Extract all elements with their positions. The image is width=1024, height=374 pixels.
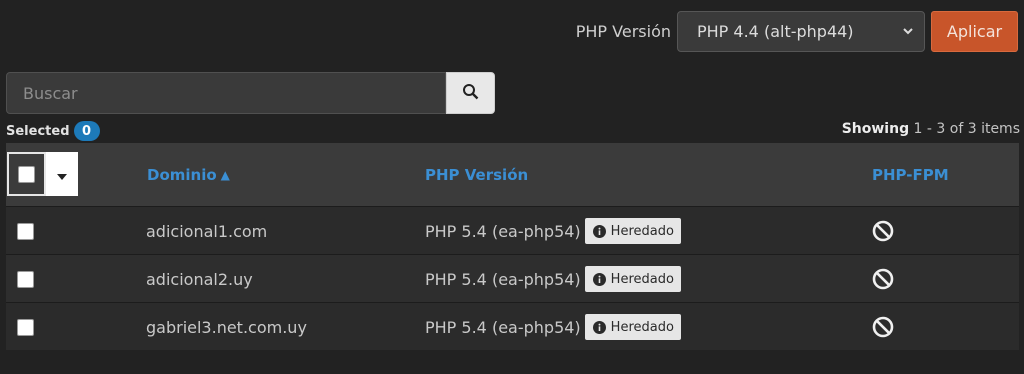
column-php-version[interactable]: PHP Versión	[425, 143, 528, 206]
selected-count: Selected 0	[6, 121, 100, 141]
row-checkbox[interactable]	[17, 271, 34, 288]
info-icon	[592, 272, 606, 286]
php-version-selected: PHP 4.4 (alt-php44)	[697, 22, 854, 41]
column-domain-label: Dominio	[147, 165, 217, 184]
column-php-fpm-label: PHP-FPM	[872, 165, 949, 184]
row-domain: adicional1.com	[146, 221, 268, 241]
row-checkbox[interactable]	[17, 223, 34, 240]
bulk-select-dropdown[interactable]	[46, 152, 78, 196]
inherited-badge-label: Heredado	[610, 223, 674, 239]
apply-button[interactable]: Aplicar	[931, 11, 1018, 52]
row-php-version-text: PHP 5.4 (ea-php54)	[425, 221, 581, 241]
column-php-fpm[interactable]: PHP-FPM	[872, 143, 949, 206]
row-php-version: PHP 5.4 (ea-php54) Heredado	[425, 303, 681, 351]
inherited-badge: Heredado	[584, 314, 681, 340]
ban-icon	[872, 207, 894, 255]
row-checkbox[interactable]	[17, 319, 34, 336]
table-body: adicional1.com PHP 5.4 (ea-php54) Hereda…	[6, 206, 1019, 350]
search-button[interactable]	[446, 72, 495, 114]
row-php-version-text: PHP 5.4 (ea-php54)	[425, 269, 581, 289]
table-header: Dominio ▲ PHP Versión PHP-FPM	[6, 143, 1019, 206]
table-row: gabriel3.net.com.uy PHP 5.4 (ea-php54) H…	[6, 302, 1019, 350]
search-icon	[462, 83, 479, 104]
php-version-select[interactable]: PHP 4.4 (alt-php44)	[677, 11, 925, 52]
showing-label: Showing	[841, 121, 910, 137]
table-row: adicional2.uy PHP 5.4 (ea-php54) Heredad…	[6, 254, 1019, 302]
column-domain[interactable]: Dominio ▲	[147, 143, 230, 206]
ban-icon	[872, 255, 894, 303]
selected-count-badge: 0	[73, 121, 100, 141]
inherited-badge: Heredado	[584, 266, 681, 292]
php-version-bar: PHP Versión PHP 4.4 (alt-php44) Aplicar	[576, 11, 1018, 52]
select-all-checkbox[interactable]	[7, 152, 47, 196]
row-php-version-text: PHP 5.4 (ea-php54)	[425, 317, 581, 337]
showing-range: 1 - 3 of 3 items	[913, 121, 1020, 137]
row-php-version: PHP 5.4 (ea-php54) Heredado	[425, 207, 681, 255]
column-php-version-label: PHP Versión	[425, 165, 529, 184]
row-domain: adicional2.uy	[146, 269, 253, 289]
php-version-label: PHP Versión	[575, 22, 671, 41]
search-bar: Buscar	[6, 72, 495, 114]
row-php-version: PHP 5.4 (ea-php54) Heredado	[425, 255, 681, 303]
inherited-badge-label: Heredado	[610, 271, 674, 287]
chevron-down-icon	[902, 22, 914, 41]
row-domain: gabriel3.net.com.uy	[146, 317, 307, 337]
info-icon	[592, 320, 606, 334]
inherited-badge: Heredado	[584, 218, 681, 244]
paging-summary: Showing 1 - 3 of 3 items	[842, 121, 1020, 137]
selected-label: Selected	[6, 123, 70, 139]
domains-table: Dominio ▲ PHP Versión PHP-FPM adicional1…	[6, 143, 1019, 350]
table-row: adicional1.com PHP 5.4 (ea-php54) Hereda…	[6, 206, 1019, 254]
ban-icon	[872, 303, 894, 351]
inherited-badge-label: Heredado	[610, 319, 674, 335]
search-input[interactable]: Buscar	[6, 72, 446, 114]
info-icon	[592, 224, 606, 238]
sort-asc-icon: ▲	[220, 167, 230, 182]
bulk-select	[7, 152, 78, 196]
caret-down-icon	[57, 165, 68, 184]
